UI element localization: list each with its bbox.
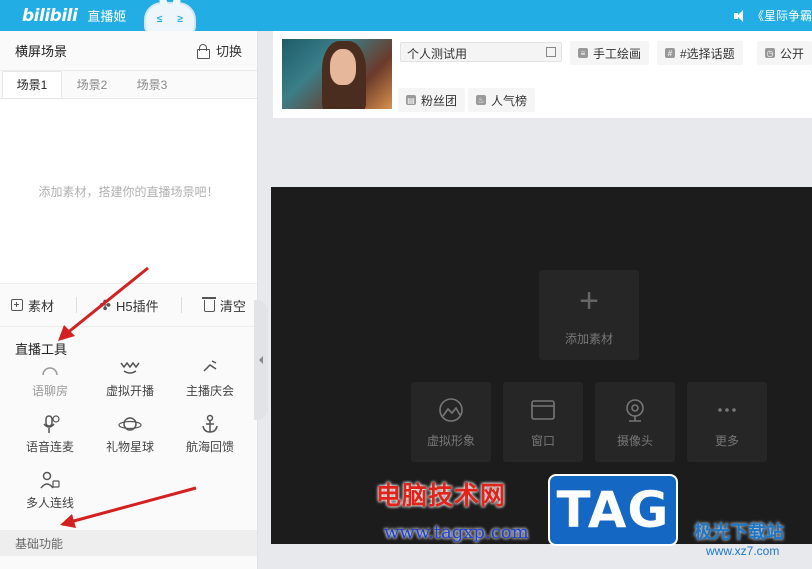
source-label: 虚拟形象 [426, 433, 475, 448]
lock-icon [196, 44, 210, 59]
switch-orientation-button[interactable]: 切换 [196, 41, 242, 60]
tab-scene-1[interactable]: 场景1 [2, 71, 62, 98]
visibility-label: 公开 [780, 46, 805, 61]
room-title-value: 个人测试用 [407, 47, 468, 61]
watermark-url: www.tagxp.com [384, 522, 529, 543]
category-chip[interactable]: ≡ 手工绘画 [570, 41, 650, 65]
source-window[interactable]: 窗口 [503, 382, 583, 462]
app-title: 直播姬 [87, 9, 127, 24]
fan-club-label: 粉丝团 [421, 93, 458, 108]
scene-panel: 横屏场景 切换 场景1 场景2 场景3 添加素材，搭建你的直播场景吧！ 素材 ✤… [0, 31, 258, 569]
source-label: 更多 [714, 433, 739, 448]
scene-empty-hint: 添加素材，搭建你的直播场景吧！ [0, 99, 257, 283]
clear-label: 清空 [219, 298, 246, 314]
tab-scene-2[interactable]: 场景2 [62, 71, 122, 98]
tool-label: 语音连麦 [25, 440, 74, 454]
tool-celebration[interactable]: 主播庆会 [170, 357, 250, 399]
room-info-bar: 个人测试用 ≡ 手工绘画 # #选择话题 ◷ 公开 ▤ 粉丝团 ♨ 人气榜 [273, 31, 812, 118]
room-title-input[interactable]: 个人测试用 [400, 42, 562, 62]
fan-club-icon: ▤ [406, 95, 416, 105]
virtual-avatar-icon [439, 397, 463, 422]
watermark-site-name: 电脑技术网 [376, 481, 507, 510]
switch-label: 切换 [215, 44, 242, 59]
scene-tabs: 场景1 场景2 场景3 [0, 71, 257, 99]
basic-functions-title[interactable]: 基础功能 [0, 530, 257, 556]
source-virtual-avatar[interactable]: 虚拟形象 [411, 382, 491, 462]
tool-voyage-reward[interactable]: 航海回馈 [170, 413, 250, 455]
add-material-tile-label: 添加素材 [564, 331, 613, 346]
tool-multi-link[interactable]: 多人连线 [10, 469, 90, 511]
preview-canvas[interactable]: + 添加素材 虚拟形象 窗口 摄像头 更多 [271, 187, 812, 544]
more-icon [718, 407, 736, 412]
multi-user-icon [40, 471, 60, 489]
watermark-brand-url: www.xz7.com [706, 544, 780, 558]
title-bar: bilibili 直播姬 ≤ ≥ 《星际争霸 [0, 0, 812, 36]
tool-label: 主播庆会 [185, 384, 234, 398]
camera-icon [626, 398, 644, 422]
scene-panel-header: 横屏场景 切换 [0, 31, 257, 71]
trash-icon [201, 297, 216, 312]
scene-toolbar: 素材 ✤ H5插件 清空 [0, 283, 257, 327]
visibility-icon: ◷ [765, 48, 775, 58]
puzzle-icon: ✤ [99, 297, 112, 313]
flame-icon: ♨ [476, 95, 486, 105]
collapse-panel-handle[interactable] [254, 300, 268, 420]
edit-icon [546, 47, 556, 57]
anchor-icon [202, 414, 218, 433]
tool-label: 语聊房 [31, 384, 68, 398]
live-tools-title: 直播工具 [15, 342, 68, 357]
tool-label: 礼物星球 [105, 440, 154, 454]
tool-voice-link[interactable]: 语音连麦 [10, 413, 90, 455]
watermark-brand: 极光下载站 [694, 522, 784, 543]
announcement-text: 《星际争霸 [751, 9, 812, 23]
toolbar-divider [76, 297, 78, 313]
plus-icon [11, 299, 24, 311]
planet-icon [118, 417, 142, 431]
tab-scene-3[interactable]: 场景3 [122, 71, 182, 98]
speaker-icon [733, 9, 746, 22]
tool-label: 多人连线 [25, 496, 74, 510]
add-material-label: 素材 [28, 298, 55, 314]
room-cover-image[interactable] [282, 39, 392, 109]
plus-icon: + [579, 281, 599, 320]
voice-room-icon [42, 367, 58, 376]
category-label: 手工绘画 [593, 46, 642, 61]
add-material-tile[interactable]: + 添加素材 [539, 270, 639, 360]
popularity-label: 人气榜 [491, 93, 528, 108]
tool-label: 航海回馈 [185, 440, 234, 454]
bilibili-logo: bilibili [22, 5, 78, 26]
source-label: 窗口 [530, 433, 555, 448]
source-label: 摄像头 [616, 433, 653, 448]
popularity-chip[interactable]: ♨ 人气榜 [468, 88, 536, 112]
microphone-icon [43, 415, 60, 433]
live-tools-grid: 语聊房 虚拟开播 主播庆会 语音连麦 礼物星球 航海回馈 多人连线 [0, 357, 257, 511]
add-material-button[interactable]: 素材 [11, 296, 54, 315]
toolbar-divider [180, 297, 182, 313]
fan-club-chip[interactable]: ▤ 粉丝团 [398, 88, 466, 112]
scene-panel-title: 横屏场景 [15, 44, 68, 59]
celebration-icon [203, 360, 217, 372]
visibility-chip[interactable]: ◷ 公开 [757, 41, 812, 65]
tool-gift-planet[interactable]: 礼物星球 [90, 413, 170, 455]
clear-button[interactable]: 清空 [201, 296, 246, 315]
topic-chip[interactable]: # #选择话题 [657, 41, 743, 65]
source-more[interactable]: 更多 [687, 382, 767, 462]
window-icon [531, 399, 555, 420]
tool-label: 虚拟开播 [105, 384, 154, 398]
h5-plugin-button[interactable]: ✤ H5插件 [99, 296, 158, 315]
hash-icon: # [665, 48, 675, 58]
source-camera[interactable]: 摄像头 [595, 382, 675, 462]
announcement-marquee[interactable]: 《星际争霸 [733, 0, 812, 31]
watermark-tag-logo: TAG [548, 474, 678, 546]
topic-label: #选择话题 [680, 46, 735, 61]
category-icon: ≡ [578, 48, 588, 58]
h5-plugin-label: H5插件 [116, 298, 159, 314]
tool-voice-room[interactable]: 语聊房 [10, 357, 90, 399]
tool-virtual-stream[interactable]: 虚拟开播 [90, 357, 170, 399]
virtual-stream-icon [120, 361, 140, 374]
